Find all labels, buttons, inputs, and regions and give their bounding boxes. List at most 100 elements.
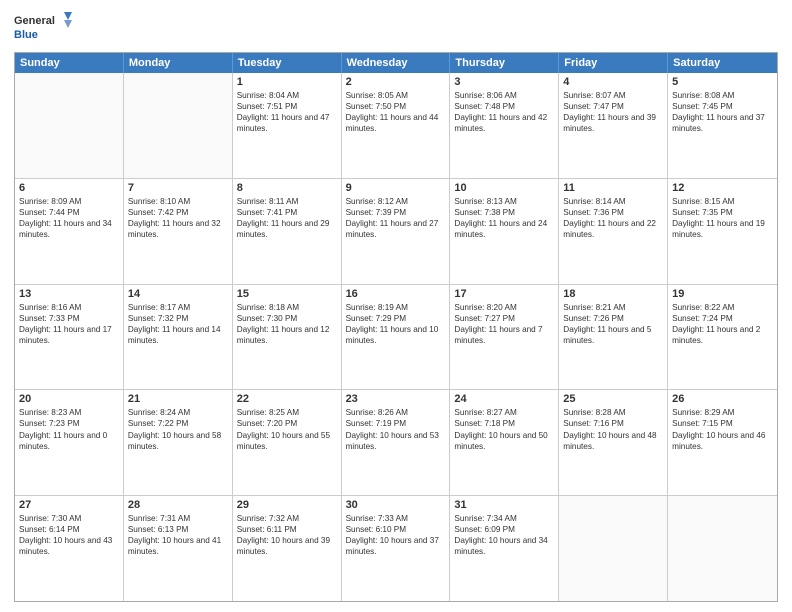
day-number: 4 — [563, 76, 663, 88]
day-number: 27 — [19, 499, 119, 511]
calendar-day-30: 30Sunrise: 7:33 AMSunset: 6:10 PMDayligh… — [342, 496, 451, 601]
day-number: 24 — [454, 393, 554, 405]
day-number: 25 — [563, 393, 663, 405]
calendar-day-5: 5 Sunrise: 8:08 AMSunset: 7:45 PMDaylight… — [668, 73, 777, 178]
calendar-day-23: 23 Sunrise: 8:26 AMSunset: 7:19 PMDayligh… — [342, 390, 451, 495]
day-number: 10 — [454, 182, 554, 194]
day-info: Sunrise: 8:14 AMSunset: 7:36 PMDaylight:… — [563, 196, 663, 240]
day-number: 29 — [237, 499, 337, 511]
header-day-wednesday: Wednesday — [342, 53, 451, 73]
day-info: Sunrise: 8:20 AMSunset: 7:27 PMDaylight:… — [454, 302, 554, 346]
day-info: Sunrise: 8:17 AMSunset: 7:32 PMDaylight:… — [128, 302, 228, 346]
day-number: 15 — [237, 288, 337, 300]
calendar-day-18: 18 Sunrise: 8:21 AMSunset: 7:26 PMDayligh… — [559, 285, 668, 390]
day-info: Sunrise: 8:12 AMSunset: 7:39 PMDaylight:… — [346, 196, 446, 240]
day-info: Sunrise: 8:29 AMSunset: 7:15 PMDaylight:… — [672, 407, 773, 451]
svg-text:General: General — [14, 15, 55, 27]
day-info: Sunrise: 8:26 AMSunset: 7:19 PMDaylight:… — [346, 407, 446, 451]
day-info: Sunrise: 8:18 AMSunset: 7:30 PMDaylight:… — [237, 302, 337, 346]
calendar-day-13: 13 Sunrise: 8:16 AMSunset: 7:33 PMDayligh… — [15, 285, 124, 390]
calendar-day-29: 29Sunrise: 7:32 AMSunset: 6:11 PMDayligh… — [233, 496, 342, 601]
day-info: Sunrise: 8:05 AMSunset: 7:50 PMDaylight:… — [346, 90, 446, 134]
day-number: 8 — [237, 182, 337, 194]
header-day-friday: Friday — [559, 53, 668, 73]
calendar-week-4: 20 Sunrise: 8:23 AMSunset: 7:23 PMDayligh… — [15, 390, 777, 496]
calendar-day-10: 10 Sunrise: 8:13 AMSunset: 7:38 PMDayligh… — [450, 179, 559, 284]
calendar-day-4: 4 Sunrise: 8:07 AMSunset: 7:47 PMDaylight… — [559, 73, 668, 178]
calendar-day-19: 19 Sunrise: 8:22 AMSunset: 7:24 PMDayligh… — [668, 285, 777, 390]
generalblue-logo-icon: General Blue — [14, 10, 74, 46]
header-day-tuesday: Tuesday — [233, 53, 342, 73]
day-info: Sunrise: 8:08 AMSunset: 7:45 PMDaylight:… — [672, 90, 773, 134]
calendar-day-24: 24 Sunrise: 8:27 AMSunset: 7:18 PMDayligh… — [450, 390, 559, 495]
day-info: Sunrise: 8:04 AMSunset: 7:51 PMDaylight:… — [237, 90, 337, 134]
calendar-week-1: 1 Sunrise: 8:04 AMSunset: 7:51 PMDaylight… — [15, 73, 777, 179]
day-info: Sunrise: 8:07 AMSunset: 7:47 PMDaylight:… — [563, 90, 663, 134]
calendar-day-21: 21Sunrise: 8:24 AMSunset: 7:22 PMDayligh… — [124, 390, 233, 495]
calendar-day-16: 16Sunrise: 8:19 AMSunset: 7:29 PMDayligh… — [342, 285, 451, 390]
day-number: 23 — [346, 393, 446, 405]
day-number: 17 — [454, 288, 554, 300]
day-info: Sunrise: 8:19 AMSunset: 7:29 PMDaylight:… — [346, 302, 446, 346]
day-number: 12 — [672, 182, 773, 194]
calendar-body: 1 Sunrise: 8:04 AMSunset: 7:51 PMDaylight… — [15, 73, 777, 601]
calendar-day-7: 7 Sunrise: 8:10 AMSunset: 7:42 PMDaylight… — [124, 179, 233, 284]
calendar-week-3: 13 Sunrise: 8:16 AMSunset: 7:33 PMDayligh… — [15, 285, 777, 391]
day-number: 11 — [563, 182, 663, 194]
day-number: 19 — [672, 288, 773, 300]
day-info: Sunrise: 7:30 AMSunset: 6:14 PMDaylight:… — [19, 513, 119, 557]
day-info: Sunrise: 8:23 AMSunset: 7:23 PMDaylight:… — [19, 407, 119, 451]
day-number: 9 — [346, 182, 446, 194]
day-number: 18 — [563, 288, 663, 300]
calendar-day-3: 3Sunrise: 8:06 AMSunset: 7:48 PMDaylight… — [450, 73, 559, 178]
calendar-day-31: 31 Sunrise: 7:34 AMSunset: 6:09 PMDayligh… — [450, 496, 559, 601]
calendar-week-2: 6 Sunrise: 8:09 AMSunset: 7:44 PMDaylight… — [15, 179, 777, 285]
day-info: Sunrise: 7:34 AMSunset: 6:09 PMDaylight:… — [454, 513, 554, 557]
header-day-sunday: Sunday — [15, 53, 124, 73]
calendar-day-20: 20 Sunrise: 8:23 AMSunset: 7:23 PMDayligh… — [15, 390, 124, 495]
header-day-monday: Monday — [124, 53, 233, 73]
calendar-day-1: 1 Sunrise: 8:04 AMSunset: 7:51 PMDaylight… — [233, 73, 342, 178]
day-number: 2 — [346, 76, 446, 88]
day-number: 26 — [672, 393, 773, 405]
day-number: 6 — [19, 182, 119, 194]
calendar-day-22: 22 Sunrise: 8:25 AMSunset: 7:20 PMDayligh… — [233, 390, 342, 495]
day-info: Sunrise: 8:10 AMSunset: 7:42 PMDaylight:… — [128, 196, 228, 240]
day-number: 30 — [346, 499, 446, 511]
calendar-empty-cell — [124, 73, 233, 178]
logo: General Blue — [14, 10, 74, 46]
day-info: Sunrise: 8:22 AMSunset: 7:24 PMDaylight:… — [672, 302, 773, 346]
day-number: 13 — [19, 288, 119, 300]
header-day-saturday: Saturday — [668, 53, 777, 73]
day-number: 22 — [237, 393, 337, 405]
calendar-day-8: 8Sunrise: 8:11 AMSunset: 7:41 PMDaylight… — [233, 179, 342, 284]
day-info: Sunrise: 8:15 AMSunset: 7:35 PMDaylight:… — [672, 196, 773, 240]
calendar-day-12: 12 Sunrise: 8:15 AMSunset: 7:35 PMDayligh… — [668, 179, 777, 284]
calendar-empty-cell — [559, 496, 668, 601]
day-number: 7 — [128, 182, 228, 194]
day-number: 1 — [237, 76, 337, 88]
header: General Blue — [14, 10, 778, 46]
calendar-day-14: 14 Sunrise: 8:17 AMSunset: 7:32 PMDayligh… — [124, 285, 233, 390]
day-number: 20 — [19, 393, 119, 405]
day-info: Sunrise: 8:13 AMSunset: 7:38 PMDaylight:… — [454, 196, 554, 240]
calendar-day-2: 2 Sunrise: 8:05 AMSunset: 7:50 PMDaylight… — [342, 73, 451, 178]
calendar-day-27: 27 Sunrise: 7:30 AMSunset: 6:14 PMDayligh… — [15, 496, 124, 601]
day-number: 5 — [672, 76, 773, 88]
calendar-day-11: 11 Sunrise: 8:14 AMSunset: 7:36 PMDayligh… — [559, 179, 668, 284]
day-number: 14 — [128, 288, 228, 300]
day-info: Sunrise: 8:06 AMSunset: 7:48 PMDaylight:… — [454, 90, 554, 134]
day-info: Sunrise: 8:16 AMSunset: 7:33 PMDaylight:… — [19, 302, 119, 346]
calendar: SundayMondayTuesdayWednesdayThursdayFrid… — [14, 52, 778, 602]
day-info: Sunrise: 8:09 AMSunset: 7:44 PMDaylight:… — [19, 196, 119, 240]
day-number: 28 — [128, 499, 228, 511]
day-info: Sunrise: 8:25 AMSunset: 7:20 PMDaylight:… — [237, 407, 337, 451]
day-info: Sunrise: 8:21 AMSunset: 7:26 PMDaylight:… — [563, 302, 663, 346]
calendar-day-9: 9 Sunrise: 8:12 AMSunset: 7:39 PMDaylight… — [342, 179, 451, 284]
calendar-day-28: 28Sunrise: 7:31 AMSunset: 6:13 PMDayligh… — [124, 496, 233, 601]
calendar-day-15: 15 Sunrise: 8:18 AMSunset: 7:30 PMDayligh… — [233, 285, 342, 390]
svg-text:Blue: Blue — [14, 29, 38, 41]
calendar-day-25: 25Sunrise: 8:28 AMSunset: 7:16 PMDayligh… — [559, 390, 668, 495]
day-number: 31 — [454, 499, 554, 511]
day-info: Sunrise: 8:27 AMSunset: 7:18 PMDaylight:… — [454, 407, 554, 451]
